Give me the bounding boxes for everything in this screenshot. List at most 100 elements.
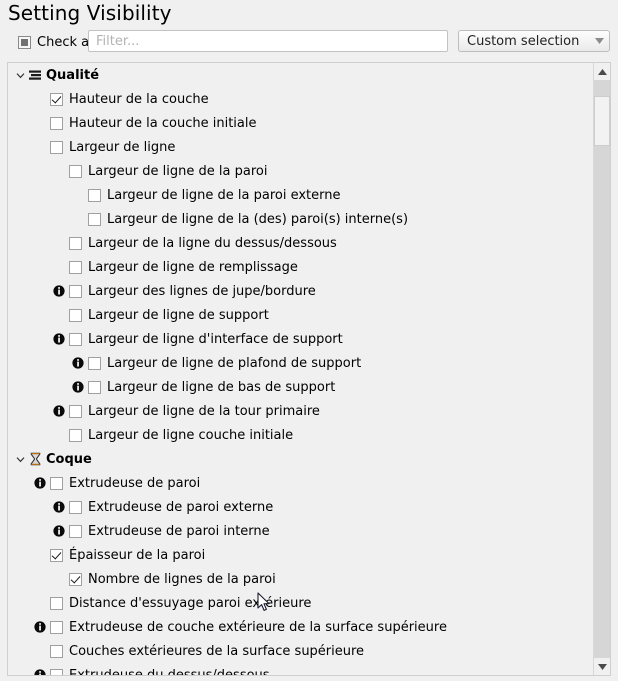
tree-item-label: Largeur de ligne de la paroi externe [107,187,341,203]
setting-visibility-checkbox[interactable] [50,596,63,610]
setting-visibility-checkbox[interactable] [50,116,63,130]
tree-item-row[interactable]: Extrudeuse de paroi [8,471,593,495]
chevron-down-icon [589,31,609,51]
tree-item-row[interactable]: Hauteur de la couche [8,87,593,111]
tree-item-row[interactable]: Largeur de ligne de support [8,303,593,327]
tree-item-row[interactable]: Largeur de la ligne du dessus/dessous [8,231,593,255]
filter-input[interactable] [88,30,448,52]
tree-item-label: Extrudeuse de paroi interne [88,523,270,539]
tree-item-row[interactable]: Largeur de ligne de la paroi externe [8,183,593,207]
tree-item-row[interactable]: Largeur des lignes de jupe/bordure [8,279,593,303]
tree-item-row[interactable]: Largeur de ligne de la (des) paroi(s) in… [8,207,593,231]
tree-item-row[interactable]: Distance d'essuyage paroi extérieure [8,591,593,615]
setting-visibility-checkbox[interactable] [88,212,101,226]
tree-item-label: Largeur de ligne couche initiale [88,427,294,443]
tree-group-row[interactable]: Qualité [8,63,593,87]
setting-visibility-checkbox[interactable] [69,164,82,178]
tree-item-label: Largeur de ligne de la (des) paroi(s) in… [107,211,409,227]
setting-visibility-checkbox[interactable] [50,548,63,562]
vertical-scrollbar[interactable] [593,63,610,675]
selection-preset-dropdown[interactable]: Custom selection [458,30,610,52]
tree-item-label: Largeur de ligne d'interface de support [88,331,343,347]
setting-visibility-checkbox[interactable] [69,572,82,586]
scrollbar-track[interactable] [594,80,610,658]
tree-item-label: Extrudeuse de couche extérieure de la su… [69,619,447,635]
tree-item-row[interactable]: Extrudeuse de paroi interne [8,519,593,543]
toolbar: Check all Custom selection [0,30,618,54]
tree-item-row[interactable]: Largeur de ligne [8,135,593,159]
setting-visibility-checkbox[interactable] [69,500,82,514]
setting-visibility-checkbox[interactable] [69,524,82,538]
tree-item-row[interactable]: Largeur de ligne de la tour primaire [8,399,593,423]
tree-item-label: Largeur de la ligne du dessus/dessous [88,235,337,251]
info-icon[interactable] [52,405,65,418]
tree-item-row[interactable]: Largeur de ligne d'interface de support [8,327,593,351]
setting-visibility-checkbox[interactable] [69,260,82,274]
tree-item-row[interactable]: Largeur de ligne de plafond de support [8,351,593,375]
tree-item-row[interactable]: Épaisseur de la paroi [8,543,593,567]
settings-tree-viewport: Qualité Hauteur de la couche Hauteur de la… [8,63,593,675]
info-icon[interactable] [33,477,46,490]
check-all-control[interactable]: Check all [18,32,96,52]
setting-visibility-checkbox[interactable] [50,476,63,490]
setting-visibility-checkbox[interactable] [88,188,101,202]
tree-item-row[interactable]: Extrudeuse de paroi externe [8,495,593,519]
tree-item-label: Largeur des lignes de jupe/bordure [88,283,316,299]
setting-visibility-checkbox[interactable] [50,668,63,675]
info-icon[interactable] [52,333,65,346]
setting-visibility-checkbox[interactable] [69,428,82,442]
tree-item-label: Largeur de ligne de remplissage [88,259,298,275]
setting-visibility-checkbox[interactable] [69,236,82,250]
flask-icon [27,451,43,467]
tree-item-label: Hauteur de la couche initiale [69,115,257,131]
scroll-down-arrow-icon[interactable] [594,658,610,675]
tree-item-row[interactable]: Largeur de ligne de remplissage [8,255,593,279]
setting-visibility-checkbox[interactable] [88,356,101,370]
tree-item-label: Nombre de lignes de la paroi [88,571,276,587]
tree-item-row[interactable]: Extrudeuse de couche extérieure de la su… [8,615,593,639]
tree-item-label: Largeur de ligne [69,139,176,155]
tree-item-label: Largeur de ligne de la tour primaire [88,403,320,419]
tree-item-row[interactable]: Couches extérieures de la surface supéri… [8,639,593,663]
tree-item-label: Largeur de ligne de la paroi [88,163,268,179]
info-icon[interactable] [71,357,84,370]
setting-visibility-checkbox[interactable] [69,332,82,346]
tree-item-label: Largeur de ligne de plafond de support [107,355,362,371]
setting-visibility-checkbox[interactable] [69,308,82,322]
page-title: Setting Visibility [8,1,172,25]
tree-item-row[interactable]: Largeur de ligne couche initiale [8,423,593,447]
setting-visibility-checkbox[interactable] [50,92,63,106]
tree-item-label: Extrudeuse du dessus/dessous [69,667,270,676]
chevron-down-icon[interactable] [14,453,27,466]
tree-item-label: Extrudeuse de paroi [69,475,201,491]
tree-group-row[interactable]: Coque [8,447,593,471]
scrollbar-thumb[interactable] [594,96,610,146]
info-icon[interactable] [33,669,46,675]
tree-item-label: Extrudeuse de paroi externe [88,499,274,515]
layers-icon [27,67,43,83]
tree-item-label: Épaisseur de la paroi [69,547,206,563]
tree-group-label: Qualité [46,67,100,83]
setting-visibility-checkbox[interactable] [50,620,63,634]
info-icon[interactable] [52,525,65,538]
setting-visibility-checkbox[interactable] [69,284,82,298]
info-icon[interactable] [71,381,84,394]
tree-item-row[interactable]: Extrudeuse du dessus/dessous [8,663,593,675]
tree-item-row[interactable]: Largeur de ligne de bas de support [8,375,593,399]
scroll-up-arrow-icon[interactable] [594,63,610,80]
setting-visibility-checkbox[interactable] [50,644,63,658]
info-icon[interactable] [52,285,65,298]
tree-item-label: Distance d'essuyage paroi extérieure [69,595,312,611]
tree-item-row[interactable]: Largeur de ligne de la paroi [8,159,593,183]
check-all-checkbox[interactable] [18,35,31,49]
tree-item-label: Hauteur de la couche [69,91,209,107]
setting-visibility-checkbox[interactable] [50,140,63,154]
tree-item-label: Largeur de ligne de support [88,307,269,323]
tree-item-row[interactable]: Nombre de lignes de la paroi [8,567,593,591]
info-icon[interactable] [52,501,65,514]
info-icon[interactable] [33,621,46,634]
chevron-down-icon[interactable] [14,69,27,82]
setting-visibility-checkbox[interactable] [69,404,82,418]
tree-item-row[interactable]: Hauteur de la couche initiale [8,111,593,135]
setting-visibility-checkbox[interactable] [88,380,101,394]
